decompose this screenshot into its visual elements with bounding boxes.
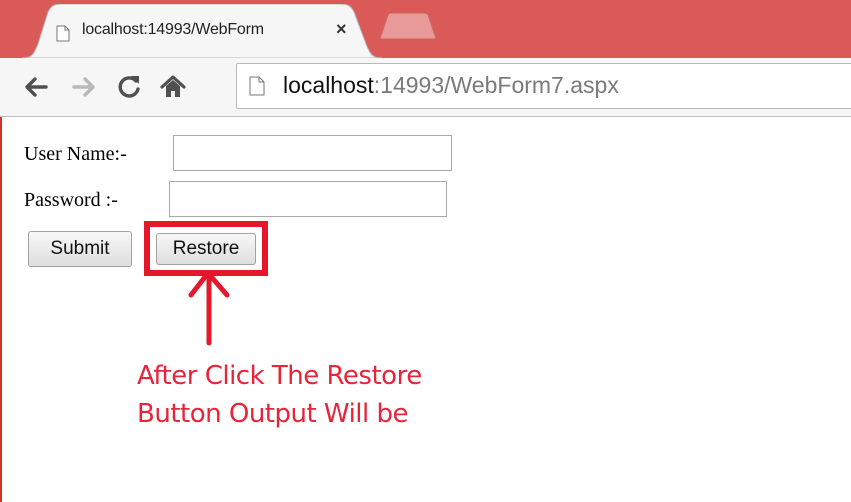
forward-arrow-icon[interactable] [66, 70, 100, 104]
page-icon [249, 76, 265, 101]
browser-toolbar: localhost:14993/WebForm7.aspx [0, 58, 851, 117]
new-tab-button[interactable] [379, 12, 437, 44]
address-bar[interactable]: localhost:14993/WebForm7.aspx [236, 63, 851, 109]
password-label: Password :- [24, 189, 118, 211]
url-text: localhost:14993/WebForm7.aspx [283, 72, 619, 99]
back-arrow-icon[interactable] [20, 70, 54, 104]
annotation-line-1: After Click The Restore [137, 361, 422, 391]
reload-icon[interactable] [112, 70, 146, 104]
browser-tab[interactable]: localhost:14993/WebForm × [22, 4, 382, 58]
up-arrow-icon [185, 267, 235, 352]
submit-button[interactable]: Submit [28, 231, 132, 267]
close-icon[interactable]: × [336, 19, 347, 40]
restore-button[interactable]: Restore [156, 233, 256, 265]
window-border [0, 117, 2, 502]
username-input[interactable] [173, 135, 452, 171]
password-input[interactable] [169, 181, 447, 217]
page-content: User Name:- Password :- Submit Restore A… [0, 117, 851, 502]
tab-strip: localhost:14993/WebForm × [0, 0, 851, 58]
annotation-line-2: Button Output Will be [137, 399, 409, 429]
tab-title: localhost:14993/WebForm [82, 21, 264, 38]
home-icon[interactable] [156, 70, 190, 104]
url-host: localhost [283, 72, 374, 98]
url-path: :14993/WebForm7.aspx [373, 72, 619, 98]
username-label: User Name:- [24, 143, 127, 165]
